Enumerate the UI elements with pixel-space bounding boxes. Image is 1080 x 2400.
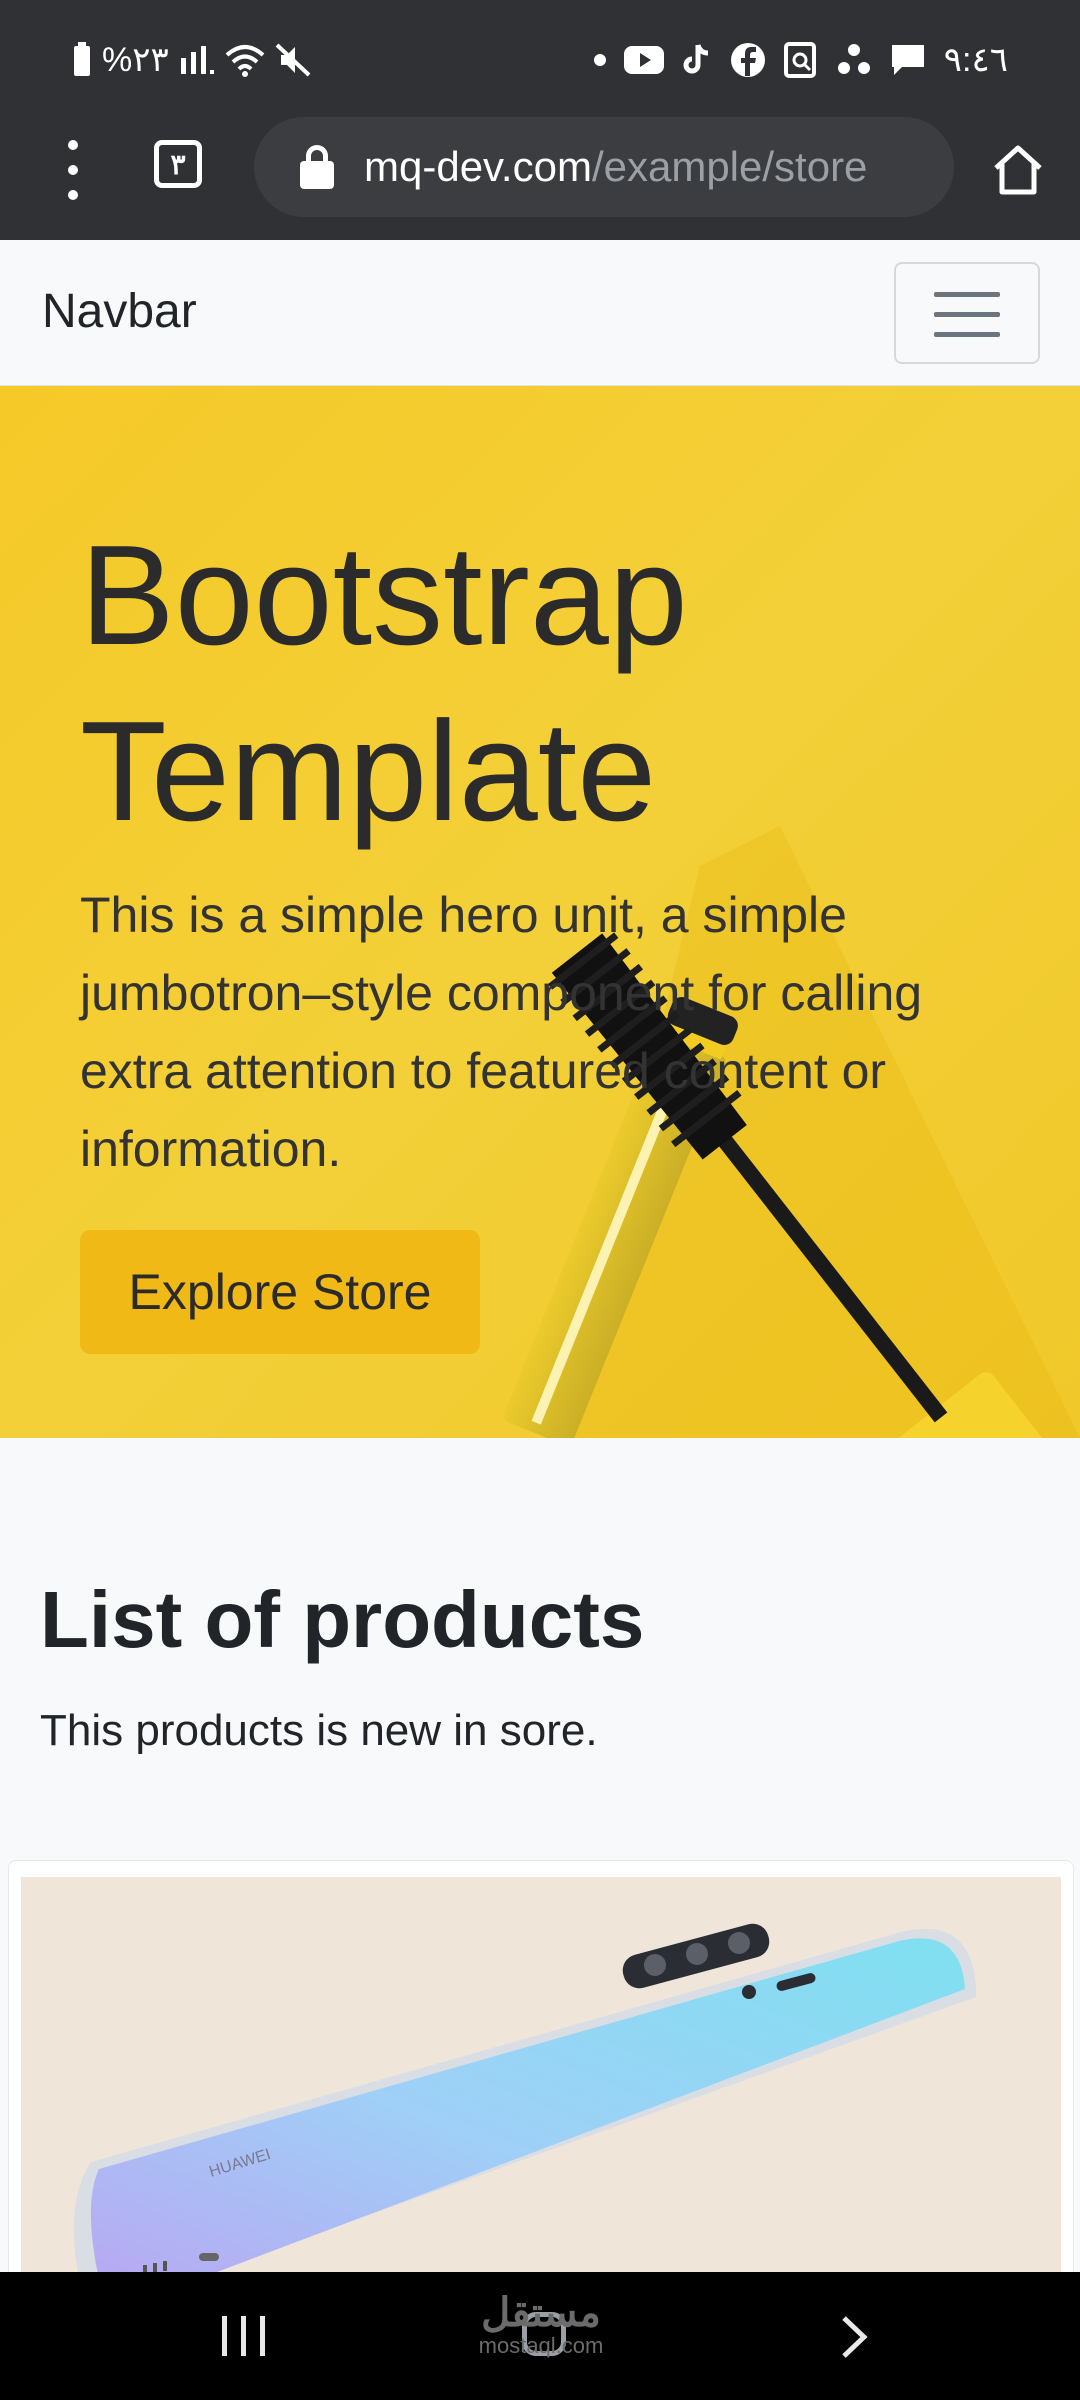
status-right: ٩:٤٦ xyxy=(593,40,1008,80)
url-text: mq-dev.com/example/store xyxy=(364,143,867,191)
hero-title-line2: Template xyxy=(80,692,657,851)
clock: ٩:٤٦ xyxy=(943,41,1008,79)
wifi-icon xyxy=(225,45,265,77)
hero-title: Bootstrap Template xyxy=(80,508,688,860)
lock-icon xyxy=(300,145,334,189)
tab-switcher-button[interactable]: ٣ xyxy=(154,140,202,188)
site-navbar: Navbar xyxy=(0,240,1080,386)
product-image: HUAWEI xyxy=(21,1877,1061,2281)
address-bar[interactable]: mq-dev.com/example/store xyxy=(254,117,954,217)
browser-menu-icon[interactable] xyxy=(58,140,88,200)
url-domain: mq-dev.com xyxy=(364,143,592,190)
notification-dot-icon xyxy=(593,54,606,66)
battery-percent: %٢٣ xyxy=(102,41,169,79)
watermark-arabic: مستقل xyxy=(481,2291,601,2335)
youtube-icon xyxy=(623,46,664,74)
message-icon xyxy=(891,45,924,75)
facebook-icon xyxy=(730,43,765,77)
hero-title-line1: Bootstrap xyxy=(80,516,688,675)
phone-image: HUAWEI xyxy=(73,1923,976,2281)
back-chevron-icon[interactable] xyxy=(832,2312,876,2362)
product-card[interactable]: HUAWEI xyxy=(8,1860,1074,2282)
signal-icon xyxy=(180,46,214,74)
navbar-toggler-button[interactable] xyxy=(894,262,1040,364)
chat-bubbles-icon xyxy=(837,44,870,74)
hero-text: This is a simple hero unit, a simple jum… xyxy=(80,887,923,1177)
battery-icon xyxy=(74,42,90,76)
status-left: %٢٣ xyxy=(72,40,311,80)
products-subtitle: This products is new in sore. xyxy=(40,1706,598,1755)
url-path: /example/store xyxy=(591,143,868,190)
status-bar: %٢٣ ٩:٤٦ xyxy=(0,0,1080,112)
recent-apps-icon[interactable] xyxy=(222,2316,265,2356)
navbar-brand[interactable]: Navbar xyxy=(42,284,197,339)
products-title: List of products xyxy=(40,1575,645,1664)
search-app-icon xyxy=(783,42,816,78)
tiktok-icon xyxy=(683,44,708,74)
explore-store-button[interactable]: Explore Store xyxy=(80,1230,480,1354)
browser-toolbar: ٣ mq-dev.com/example/store xyxy=(0,112,1080,240)
products-section: List of products This products is new in… xyxy=(0,1438,1080,1858)
home-icon[interactable] xyxy=(990,142,1046,198)
tab-count: ٣ xyxy=(170,148,186,180)
hero-section: Bootstrap Template This is a simple hero … xyxy=(0,386,1080,1438)
watermark-latin: mostaql.com xyxy=(478,2333,604,2358)
mute-icon xyxy=(275,43,311,77)
system-navigation-bar: مستقل mostaql.com xyxy=(0,2272,1080,2400)
watermark: مستقل mostaql.com xyxy=(466,2292,616,2358)
